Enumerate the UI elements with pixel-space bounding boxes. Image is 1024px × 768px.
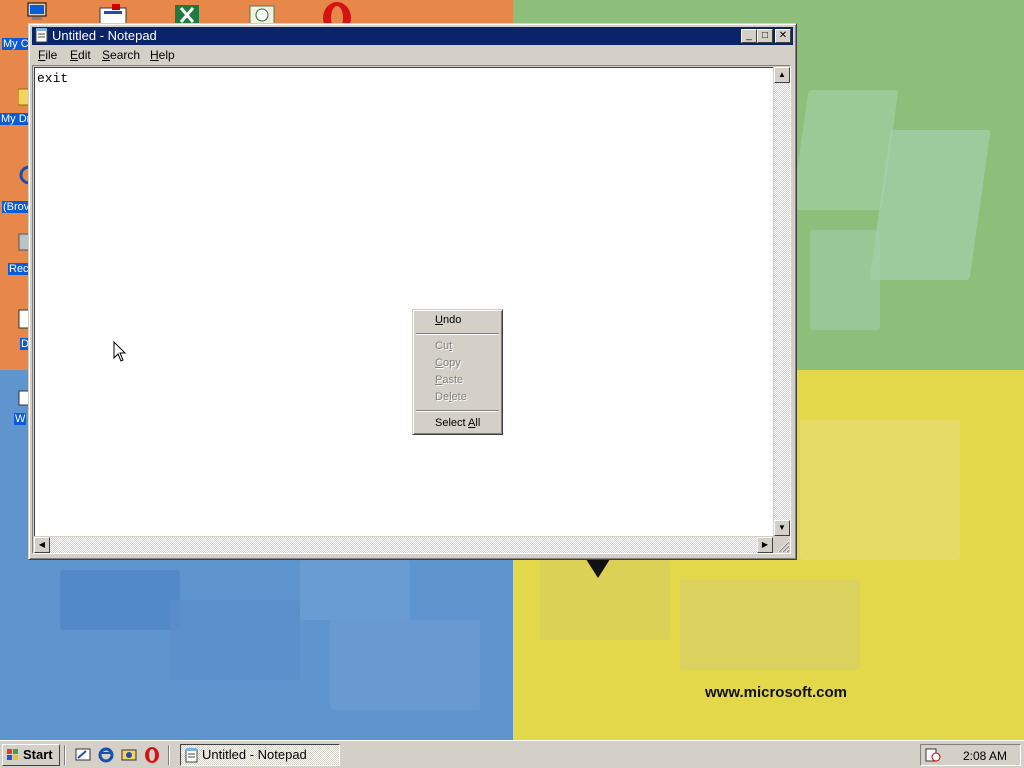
wallpaper-tile bbox=[869, 130, 991, 280]
clock[interactable]: 2:08 AM bbox=[963, 749, 1007, 763]
opera-icon[interactable] bbox=[321, 2, 353, 24]
outlook-icon[interactable] bbox=[120, 746, 138, 764]
desktop-icon-d[interactable]: D bbox=[0, 303, 30, 358]
menu-file[interactable]: File bbox=[38, 48, 57, 62]
menu-accel: U bbox=[435, 314, 443, 326]
menu-bar: File Edit Search Help bbox=[32, 46, 793, 65]
wallpaper-tile bbox=[800, 420, 960, 560]
windows-logo-icon bbox=[7, 749, 18, 760]
wallpaper-tile bbox=[810, 230, 880, 330]
menu-label: Select bbox=[435, 417, 469, 429]
context-cut[interactable]: Cut bbox=[435, 340, 452, 352]
horizontal-scrollbar[interactable]: ◀ ▶ bbox=[34, 537, 773, 553]
taskbar-separator bbox=[168, 745, 170, 765]
menu-accel: C bbox=[435, 357, 443, 369]
maximize-button[interactable]: □ bbox=[757, 29, 773, 43]
start-button[interactable]: Start bbox=[2, 744, 60, 766]
desktop-icon-recycle-bin[interactable]: Rec bbox=[0, 225, 30, 280]
wallpaper-tile bbox=[680, 580, 860, 670]
menu-label: elp bbox=[158, 48, 175, 62]
context-menu: Undo Cut Copy Paste Delete Select All bbox=[412, 309, 503, 435]
desktop-icon-browser[interactable]: (Brov bbox=[0, 158, 31, 218]
wallpaper-tile bbox=[170, 600, 300, 680]
arrow-right-icon: ▶ bbox=[761, 540, 769, 549]
desktop-icon-label: W bbox=[14, 413, 27, 425]
menu-accel: H bbox=[150, 48, 159, 62]
desktop-icon-w[interactable]: W bbox=[0, 385, 30, 435]
internet-explorer-icon[interactable] bbox=[97, 746, 115, 764]
excel-icon[interactable] bbox=[174, 4, 200, 24]
scroll-left-button[interactable]: ◀ bbox=[34, 537, 50, 553]
context-paste[interactable]: Paste bbox=[435, 374, 463, 386]
menu-label: De bbox=[435, 391, 450, 403]
taskbar-button-notepad[interactable]: Untitled - Notepad bbox=[180, 744, 340, 766]
computer-icon bbox=[27, 2, 47, 20]
desktop-icon-my-documents[interactable]: My Dr bbox=[0, 80, 32, 130]
scroll-down-button[interactable]: ▼ bbox=[774, 520, 790, 536]
title-bar[interactable]: Untitled - Notepad _ □ ✕ bbox=[32, 27, 793, 45]
maximize-icon: □ bbox=[761, 30, 769, 41]
text-editor[interactable]: exit bbox=[34, 67, 773, 536]
menu-accel: E bbox=[70, 48, 79, 62]
system-tray: 2:08 AM bbox=[920, 744, 1021, 766]
mouse-cursor-icon bbox=[113, 341, 127, 362]
outlook-express-icon[interactable] bbox=[98, 4, 128, 24]
minimize-icon: _ bbox=[746, 30, 752, 41]
wallpaper-tile bbox=[60, 570, 180, 630]
start-label: Start bbox=[23, 747, 53, 762]
taskbar-separator bbox=[64, 745, 66, 765]
show-desktop-icon[interactable] bbox=[74, 746, 92, 764]
arrow-down-icon: ▼ bbox=[778, 523, 786, 532]
menu-separator bbox=[416, 333, 499, 335]
context-delete[interactable]: Delete bbox=[435, 391, 467, 403]
resize-grip[interactable] bbox=[774, 537, 790, 553]
arrow-left-icon: ◀ bbox=[38, 540, 46, 549]
minimize-button[interactable]: _ bbox=[741, 29, 757, 43]
menu-label: ll bbox=[475, 417, 481, 429]
menu-label: dit bbox=[78, 48, 91, 62]
arrow-up-icon: ▲ bbox=[778, 70, 786, 79]
menu-accel: t bbox=[449, 340, 453, 352]
desktop-icon-label: Rec bbox=[8, 263, 30, 275]
menu-label: ete bbox=[451, 391, 467, 403]
menu-label: aste bbox=[442, 374, 464, 386]
menu-search[interactable]: Search bbox=[102, 48, 140, 62]
menu-label: ndo bbox=[442, 314, 462, 326]
menu-label: ile bbox=[45, 48, 58, 62]
notepad-window: Untitled - Notepad _ □ ✕ File Edit Searc… bbox=[28, 23, 797, 560]
menu-separator bbox=[416, 410, 499, 412]
scheduler-icon[interactable] bbox=[249, 4, 275, 24]
size-grip-icon bbox=[777, 540, 790, 553]
scroll-up-button[interactable]: ▲ bbox=[774, 67, 790, 83]
close-button[interactable]: ✕ bbox=[775, 29, 791, 43]
close-icon: ✕ bbox=[778, 30, 788, 41]
opera-icon[interactable] bbox=[143, 746, 161, 764]
wallpaper-tile bbox=[330, 620, 480, 710]
menu-label: Cu bbox=[435, 340, 450, 352]
notepad-icon bbox=[185, 748, 198, 763]
desktop-icon-label: (Brov bbox=[2, 201, 31, 213]
context-select-all[interactable]: Select All bbox=[435, 417, 480, 429]
context-copy[interactable]: Copy bbox=[435, 357, 461, 369]
menu-accel: S bbox=[102, 48, 111, 62]
context-undo[interactable]: Undo bbox=[435, 314, 461, 326]
taskbar: Start Untitled - Notepad 2:08 AM bbox=[0, 740, 1024, 768]
scroll-right-button[interactable]: ▶ bbox=[757, 537, 773, 553]
menu-label: earch bbox=[110, 48, 141, 62]
desktop-icon-my-computer[interactable]: My C bbox=[0, 0, 47, 55]
desktop-icon-label: My Dr bbox=[0, 113, 32, 125]
menu-edit[interactable]: Edit bbox=[70, 48, 91, 62]
watermark-url: www.microsoft.com bbox=[705, 684, 847, 701]
scheduled-tasks-icon[interactable] bbox=[925, 747, 941, 763]
vertical-scrollbar[interactable]: ▲ ▼ bbox=[774, 67, 790, 536]
desktop-icon-label: My C bbox=[2, 38, 30, 50]
wallpaper-tile bbox=[300, 560, 410, 620]
menu-help[interactable]: Help bbox=[150, 48, 175, 62]
window-title: Untitled - Notepad bbox=[52, 28, 157, 43]
taskbar-button-label: Untitled - Notepad bbox=[202, 747, 307, 762]
notepad-icon bbox=[35, 28, 48, 43]
menu-label: opy bbox=[442, 357, 461, 369]
